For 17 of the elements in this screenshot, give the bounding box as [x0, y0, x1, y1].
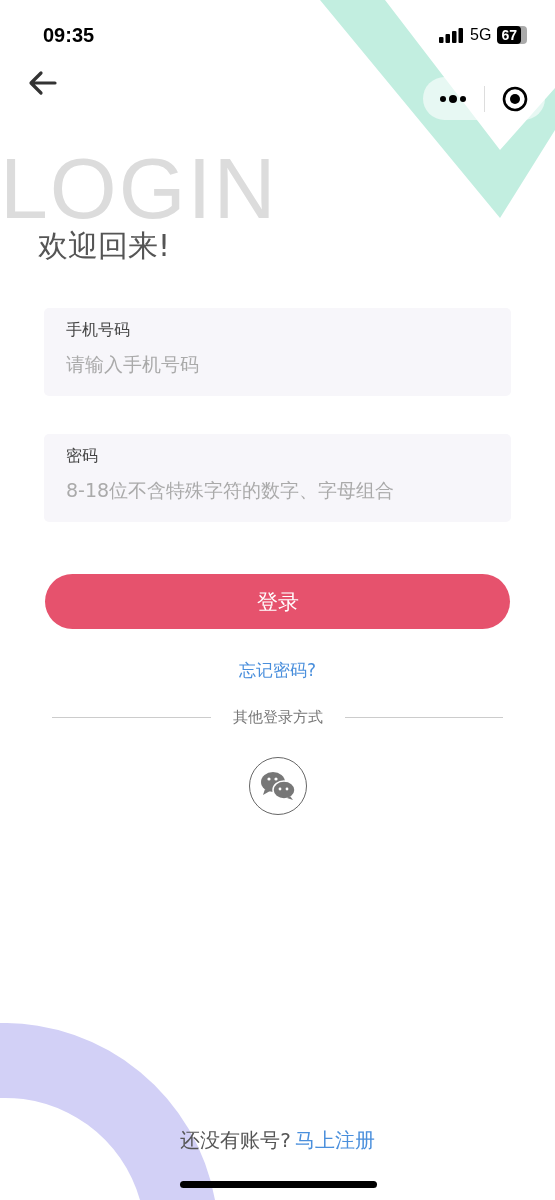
close-target-icon[interactable] [501, 85, 528, 112]
divider-label: 其他登录方式 [232, 708, 323, 727]
login-button[interactable]: 登录 [45, 574, 510, 629]
network-label: 5G [470, 26, 492, 44]
welcome-title: 欢迎回来! [38, 229, 171, 262]
input-field[interactable]: 8-18位不含特殊字符的数字、字母组合 [66, 479, 489, 501]
signal-icon [439, 27, 465, 43]
status-time: 09:35 [43, 23, 95, 47]
more-icon[interactable] [439, 93, 468, 104]
field-label: 密码 [66, 446, 99, 467]
back-arrow-icon[interactable] [28, 70, 58, 96]
input-field[interactable]: 请输入手机号码 [66, 353, 489, 375]
footer-text: 还没有账号? [180, 1127, 291, 1154]
register-link[interactable]: 马上注册 [294, 1127, 375, 1154]
field-label: 手机号码 [66, 320, 131, 341]
forgot-password-link[interactable]: 忘记密码? [239, 659, 316, 682]
chat-bubbles-icon [259, 771, 296, 801]
